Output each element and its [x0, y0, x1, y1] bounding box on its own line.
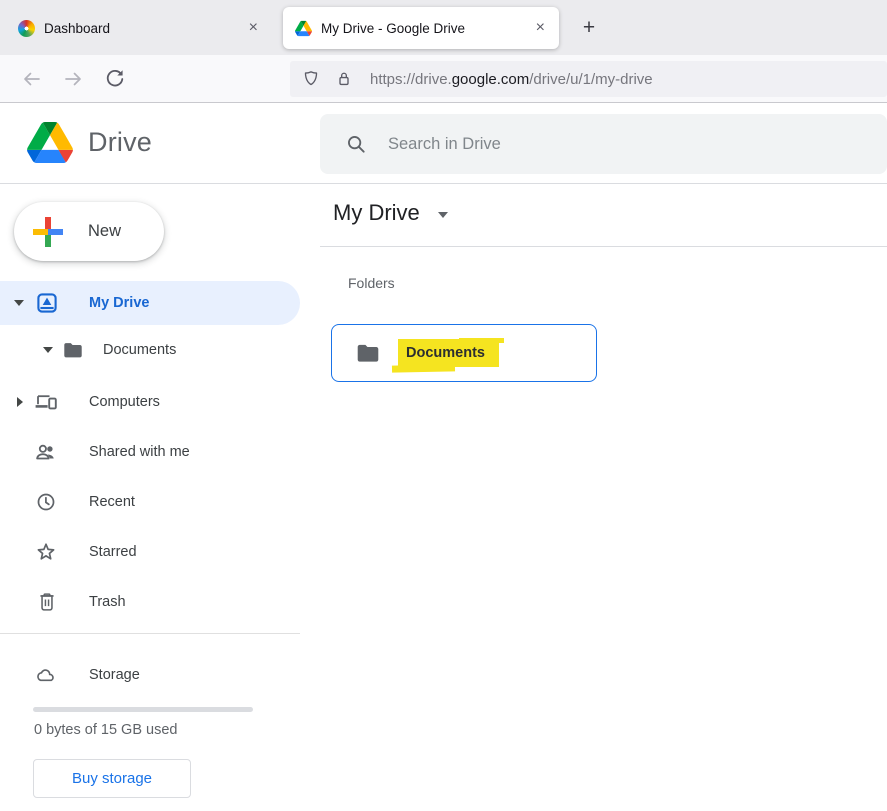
- storage-progress-bar: [33, 707, 253, 712]
- sidebar-item-label: Starred: [89, 544, 137, 560]
- my-drive-icon: [35, 291, 59, 320]
- drive-header: Drive: [0, 103, 887, 184]
- folder-icon: [355, 340, 381, 366]
- sidebar-item-computers[interactable]: Computers: [0, 382, 300, 422]
- search-bar[interactable]: [320, 114, 887, 174]
- folder-name-highlighted: Documents: [398, 339, 499, 367]
- search-input[interactable]: [388, 135, 828, 154]
- sidebar-item-label: Storage: [89, 667, 140, 683]
- lock-icon[interactable]: [334, 69, 354, 89]
- main-content: My Drive Folders Documents: [320, 184, 887, 811]
- url-domain: google.com: [452, 71, 530, 88]
- sidebar-item-documents[interactable]: Documents: [0, 330, 300, 370]
- folders-section-label: Folders: [348, 275, 395, 291]
- trash-icon: [36, 591, 58, 618]
- storage-usage-text: 0 bytes of 15 GB used: [34, 722, 177, 738]
- star-icon: [34, 540, 58, 569]
- buy-storage-button[interactable]: Buy storage: [33, 759, 191, 798]
- sidebar-item-label: Trash: [89, 594, 126, 610]
- sidebar-item-my-drive[interactable]: My Drive: [0, 281, 300, 325]
- sidebar-item-label: Shared with me: [89, 444, 190, 460]
- sidebar-item-starred[interactable]: Starred: [0, 532, 300, 572]
- buy-storage-label: Buy storage: [72, 770, 152, 787]
- new-button-label: New: [88, 222, 121, 241]
- forward-button[interactable]: [62, 67, 86, 91]
- navigation-bar: https://drive.google.com/drive/u/1/my-dr…: [0, 55, 887, 103]
- dashboard-favicon-icon: [18, 20, 35, 37]
- sidebar-divider: [0, 633, 300, 634]
- app-name: Drive: [88, 127, 152, 158]
- sidebar-item-recent[interactable]: Recent: [0, 482, 300, 522]
- sidebar-item-storage[interactable]: Storage: [0, 655, 300, 695]
- drive-logo-icon: [27, 122, 73, 163]
- sidebar: New My Drive: [0, 184, 300, 811]
- chevron-down-icon[interactable]: [14, 300, 24, 306]
- computers-icon: [33, 390, 59, 419]
- chevron-right-icon[interactable]: [17, 397, 23, 407]
- sidebar-item-label: Recent: [89, 494, 135, 510]
- tab-dashboard[interactable]: Dashboard ×: [6, 7, 272, 49]
- chevron-down-icon: [438, 212, 448, 218]
- tab-title: Dashboard: [44, 21, 245, 36]
- new-tab-button[interactable]: +: [576, 15, 602, 41]
- sidebar-item-trash[interactable]: Trash: [0, 582, 300, 622]
- folder-icon: [62, 339, 84, 366]
- page-title: My Drive: [333, 200, 420, 226]
- plus-icon: [33, 217, 63, 247]
- main-divider: [320, 246, 887, 247]
- tab-my-drive[interactable]: My Drive - Google Drive ×: [283, 7, 559, 49]
- my-drive-heading-dropdown[interactable]: My Drive: [333, 200, 448, 226]
- shared-people-icon: [34, 440, 58, 469]
- drive-page: Drive New: [0, 103, 887, 811]
- clock-icon: [35, 491, 57, 518]
- sidebar-item-label: Computers: [89, 394, 160, 410]
- search-icon: [345, 133, 367, 155]
- close-tab-icon[interactable]: ×: [532, 20, 549, 36]
- new-button[interactable]: New: [14, 202, 164, 261]
- shield-icon[interactable]: [301, 69, 321, 89]
- sidebar-item-label: Documents: [103, 342, 176, 358]
- tab-title: My Drive - Google Drive: [321, 21, 532, 36]
- sidebar-item-shared-with-me[interactable]: Shared with me: [0, 432, 300, 472]
- reload-button[interactable]: [103, 67, 127, 91]
- chevron-down-icon[interactable]: [43, 347, 53, 353]
- sidebar-item-label: My Drive: [89, 295, 149, 311]
- drive-favicon-icon: [295, 20, 312, 37]
- url-bar[interactable]: https://drive.google.com/drive/u/1/my-dr…: [290, 61, 887, 97]
- tab-bar: Dashboard × My Drive - Google Drive × +: [0, 0, 887, 55]
- cloud-icon: [33, 664, 59, 691]
- folder-card-documents[interactable]: Documents: [331, 324, 597, 382]
- url-text: https://drive.google.com/drive/u/1/my-dr…: [370, 71, 653, 88]
- browser-window: Dashboard × My Drive - Google Drive × +: [0, 0, 887, 811]
- url-prefix: https://drive.: [370, 71, 452, 88]
- url-path: /drive/u/1/my-drive: [529, 71, 652, 88]
- close-tab-icon[interactable]: ×: [245, 20, 262, 36]
- back-button[interactable]: [19, 67, 43, 91]
